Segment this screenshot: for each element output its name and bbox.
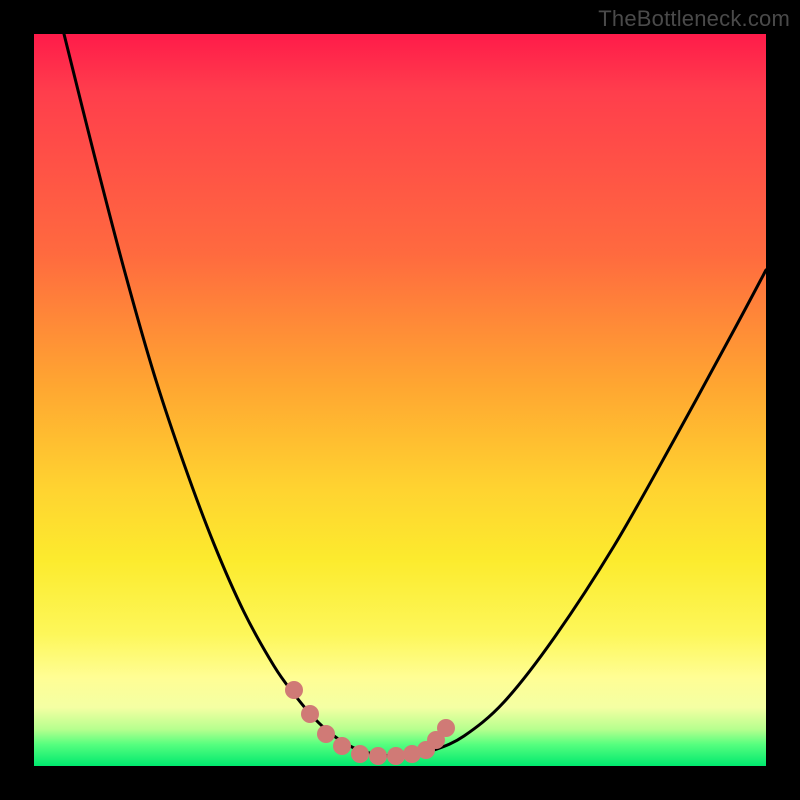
- curve-layer: [34, 34, 766, 766]
- highlight-dot: [333, 737, 351, 755]
- chart-frame: TheBottleneck.com: [0, 0, 800, 800]
- highlight-dot: [317, 725, 335, 743]
- highlight-dot: [285, 681, 303, 699]
- highlight-dot: [437, 719, 455, 737]
- highlight-dot: [369, 747, 387, 765]
- highlight-dot: [351, 745, 369, 763]
- highlight-dots: [285, 681, 455, 765]
- watermark-text: TheBottleneck.com: [598, 6, 790, 32]
- main-curve: [64, 34, 766, 756]
- highlight-dot: [387, 747, 405, 765]
- highlight-dot: [301, 705, 319, 723]
- plot-area: [34, 34, 766, 766]
